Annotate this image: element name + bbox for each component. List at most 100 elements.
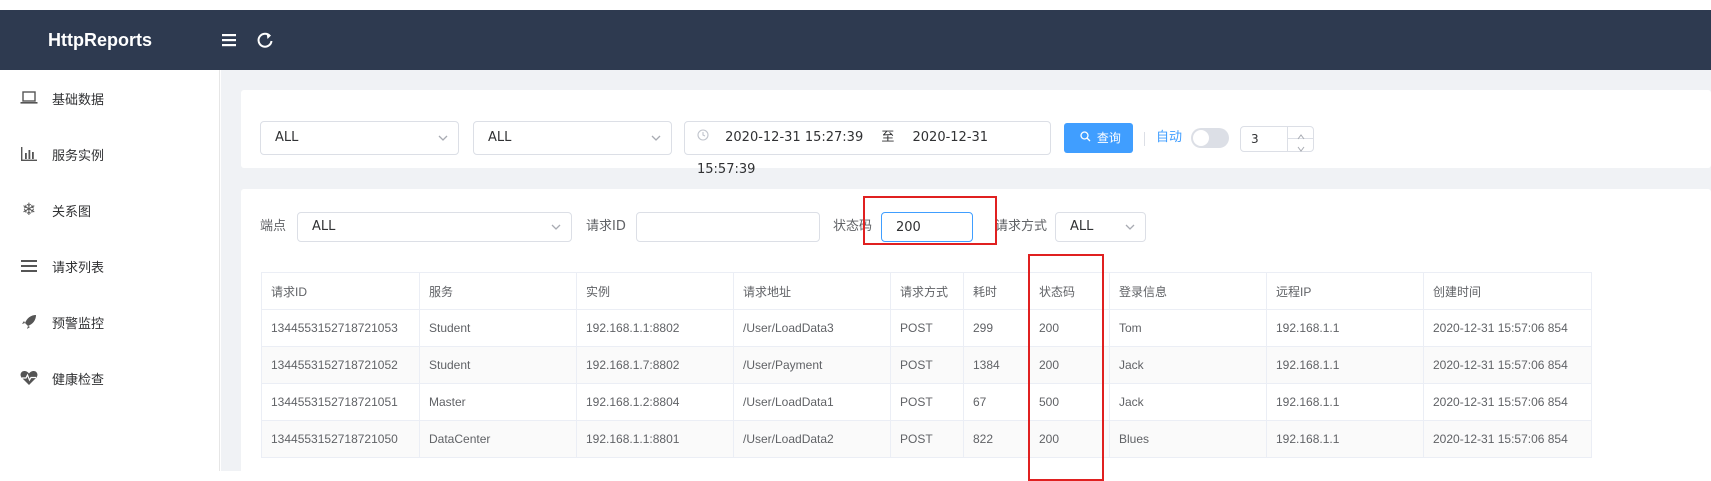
endpoint-select-value: ALL xyxy=(312,219,336,234)
service-select[interactable]: ALL xyxy=(260,121,459,155)
method-label: 请求方式 xyxy=(995,219,1048,234)
date-start[interactable]: 2020-12-31 15:27:39 xyxy=(725,130,863,145)
cell-created-time: 2020-12-31 15:57:06 854 xyxy=(1423,309,1592,347)
snowflake-icon: ❄ xyxy=(21,200,37,220)
cell-created-time: 2020-12-31 15:57:06 854 xyxy=(1423,420,1592,458)
cell-service: Student xyxy=(419,309,577,347)
sidebar-item-request-list[interactable]: 请求列表 xyxy=(0,246,219,286)
column-header: 请求ID xyxy=(261,272,420,310)
column-header: 实例 xyxy=(576,272,734,310)
date-range-picker[interactable]: 2020-12-31 15:27:39 至 2020-12-31 15:57:3… xyxy=(684,121,1051,177)
sidebar-item-label: 关系图 xyxy=(52,204,92,220)
chevron-down-icon xyxy=(651,135,661,141)
laptop-icon xyxy=(20,89,38,107)
cell-duration: 67 xyxy=(963,383,1030,421)
cell-url: /User/LoadData1 xyxy=(733,383,891,421)
table-row[interactable]: 1344553152718721052 Student 192.168.1.7:… xyxy=(261,346,1592,384)
column-header: 创建时间 xyxy=(1423,272,1592,310)
clock-icon xyxy=(697,122,711,154)
cell-instance: 192.168.1.1:8801 xyxy=(576,420,734,458)
sidebar-item-label: 预警监控 xyxy=(52,316,105,332)
cell-method: POST xyxy=(890,346,964,384)
method-select[interactable]: ALL xyxy=(1055,212,1146,242)
column-header: 请求方式 xyxy=(890,272,964,310)
cell-request-id: 1344553152718721050 xyxy=(261,420,420,458)
cell-service: Student xyxy=(419,346,577,384)
request-id-label: 请求ID xyxy=(586,219,626,234)
query-button-label: 查询 xyxy=(1096,131,1121,145)
rocket-icon xyxy=(20,313,38,331)
cell-service: Master xyxy=(419,383,577,421)
cell-remote-ip: 192.168.1.1 xyxy=(1266,420,1424,458)
cell-method: POST xyxy=(890,383,964,421)
column-header: 耗时 xyxy=(963,272,1030,310)
bar-chart-icon xyxy=(20,145,38,163)
divider xyxy=(1144,132,1145,146)
cell-login-info: Blues xyxy=(1109,420,1267,458)
cell-url: /User/LoadData2 xyxy=(733,420,891,458)
instance-select[interactable]: ALL xyxy=(473,121,672,155)
cell-created-time: 2020-12-31 15:57:06 854 xyxy=(1423,346,1592,384)
request-table: 请求ID 服务 实例 请求地址 请求方式 耗时 状态码 登录信息 远程IP 创建… xyxy=(261,272,1592,458)
endpoint-select[interactable]: ALL xyxy=(297,212,572,242)
stepper-down-icon[interactable] xyxy=(1287,139,1313,152)
sidebar-item-service-instance[interactable]: 服务实例 xyxy=(0,134,219,174)
interval-stepper[interactable]: 3 xyxy=(1240,126,1314,152)
sidebar-item-basic-data[interactable]: 基础数据 xyxy=(0,78,219,118)
request-id-input[interactable] xyxy=(636,212,820,242)
chevron-down-icon xyxy=(1125,224,1135,230)
cell-request-id: 1344553152718721052 xyxy=(261,346,420,384)
sidebar-item-health-check[interactable]: 健康检查 xyxy=(0,358,219,398)
request-list-card: 端点 ALL 请求ID 状态码 200 请求方式 ALL 请求ID 服务 实例 … xyxy=(241,189,1711,481)
sidebar-item-relation-graph[interactable]: ❄ 关系图 xyxy=(0,190,219,230)
search-icon xyxy=(1080,131,1091,145)
table-row[interactable]: 1344553152718721053 Student 192.168.1.1:… xyxy=(261,309,1592,347)
service-select-value: ALL xyxy=(275,130,299,145)
refresh-icon[interactable] xyxy=(254,29,276,51)
cell-instance: 192.168.1.2:8804 xyxy=(576,383,734,421)
sidebar: 基础数据 服务实例 ❄ 关系图 请求列表 预警监控 健康检查 xyxy=(0,70,220,471)
cell-remote-ip: 192.168.1.1 xyxy=(1266,346,1424,384)
cell-service: DataCenter xyxy=(419,420,577,458)
sidebar-item-alert-monitor[interactable]: 预警监控 xyxy=(0,302,219,342)
sidebar-item-label: 请求列表 xyxy=(52,260,105,276)
cell-remote-ip: 192.168.1.1 xyxy=(1266,309,1424,347)
cell-duration: 822 xyxy=(963,420,1030,458)
cell-duration: 299 xyxy=(963,309,1030,347)
global-filter-card: ALL ALL 2020-12-31 15:27:39 至 2020-12-31… xyxy=(241,90,1711,177)
query-button[interactable]: 查询 xyxy=(1064,123,1133,153)
table-row[interactable]: 1344553152718721050 DataCenter 192.168.1… xyxy=(261,420,1592,458)
chevron-down-icon xyxy=(551,224,561,230)
sidebar-item-label: 健康检查 xyxy=(52,372,105,388)
column-header: 远程IP xyxy=(1266,272,1424,310)
sidebar-item-label: 服务实例 xyxy=(52,148,105,164)
column-header: 请求地址 xyxy=(733,272,891,310)
sidebar-item-label: 基础数据 xyxy=(52,92,105,108)
cell-request-id: 1344553152718721051 xyxy=(261,383,420,421)
stepper-up-icon[interactable] xyxy=(1287,127,1313,140)
table-header-row: 请求ID 服务 实例 请求地址 请求方式 耗时 状态码 登录信息 远程IP 创建… xyxy=(261,272,1592,310)
highlight-box-status-column xyxy=(1028,254,1104,481)
method-select-value: ALL xyxy=(1070,219,1094,234)
cell-request-id: 1344553152718721053 xyxy=(261,309,420,347)
table-row[interactable]: 1344553152718721051 Master 192.168.1.2:8… xyxy=(261,383,1592,421)
top-navbar: HttpReports xyxy=(0,10,1711,70)
cell-method: POST xyxy=(890,420,964,458)
auto-refresh-toggle[interactable] xyxy=(1191,128,1229,148)
main-content: ALL ALL 2020-12-31 15:27:39 至 2020-12-31… xyxy=(221,70,1711,481)
list-icon xyxy=(20,257,38,275)
endpoint-label: 端点 xyxy=(260,219,287,234)
auto-label: 自动 xyxy=(1156,130,1183,145)
cell-remote-ip: 192.168.1.1 xyxy=(1266,383,1424,421)
date-separator: 至 xyxy=(881,130,895,145)
cell-created-time: 2020-12-31 15:57:06 854 xyxy=(1423,383,1592,421)
menu-toggle-icon[interactable] xyxy=(218,29,240,51)
heartbeat-icon xyxy=(20,369,38,387)
cell-url: /User/LoadData3 xyxy=(733,309,891,347)
instance-select-value: ALL xyxy=(488,130,512,145)
cell-method: POST xyxy=(890,309,964,347)
cell-instance: 192.168.1.7:8802 xyxy=(576,346,734,384)
cell-login-info: Jack xyxy=(1109,383,1267,421)
cell-instance: 192.168.1.1:8802 xyxy=(576,309,734,347)
cell-login-info: Tom xyxy=(1109,309,1267,347)
